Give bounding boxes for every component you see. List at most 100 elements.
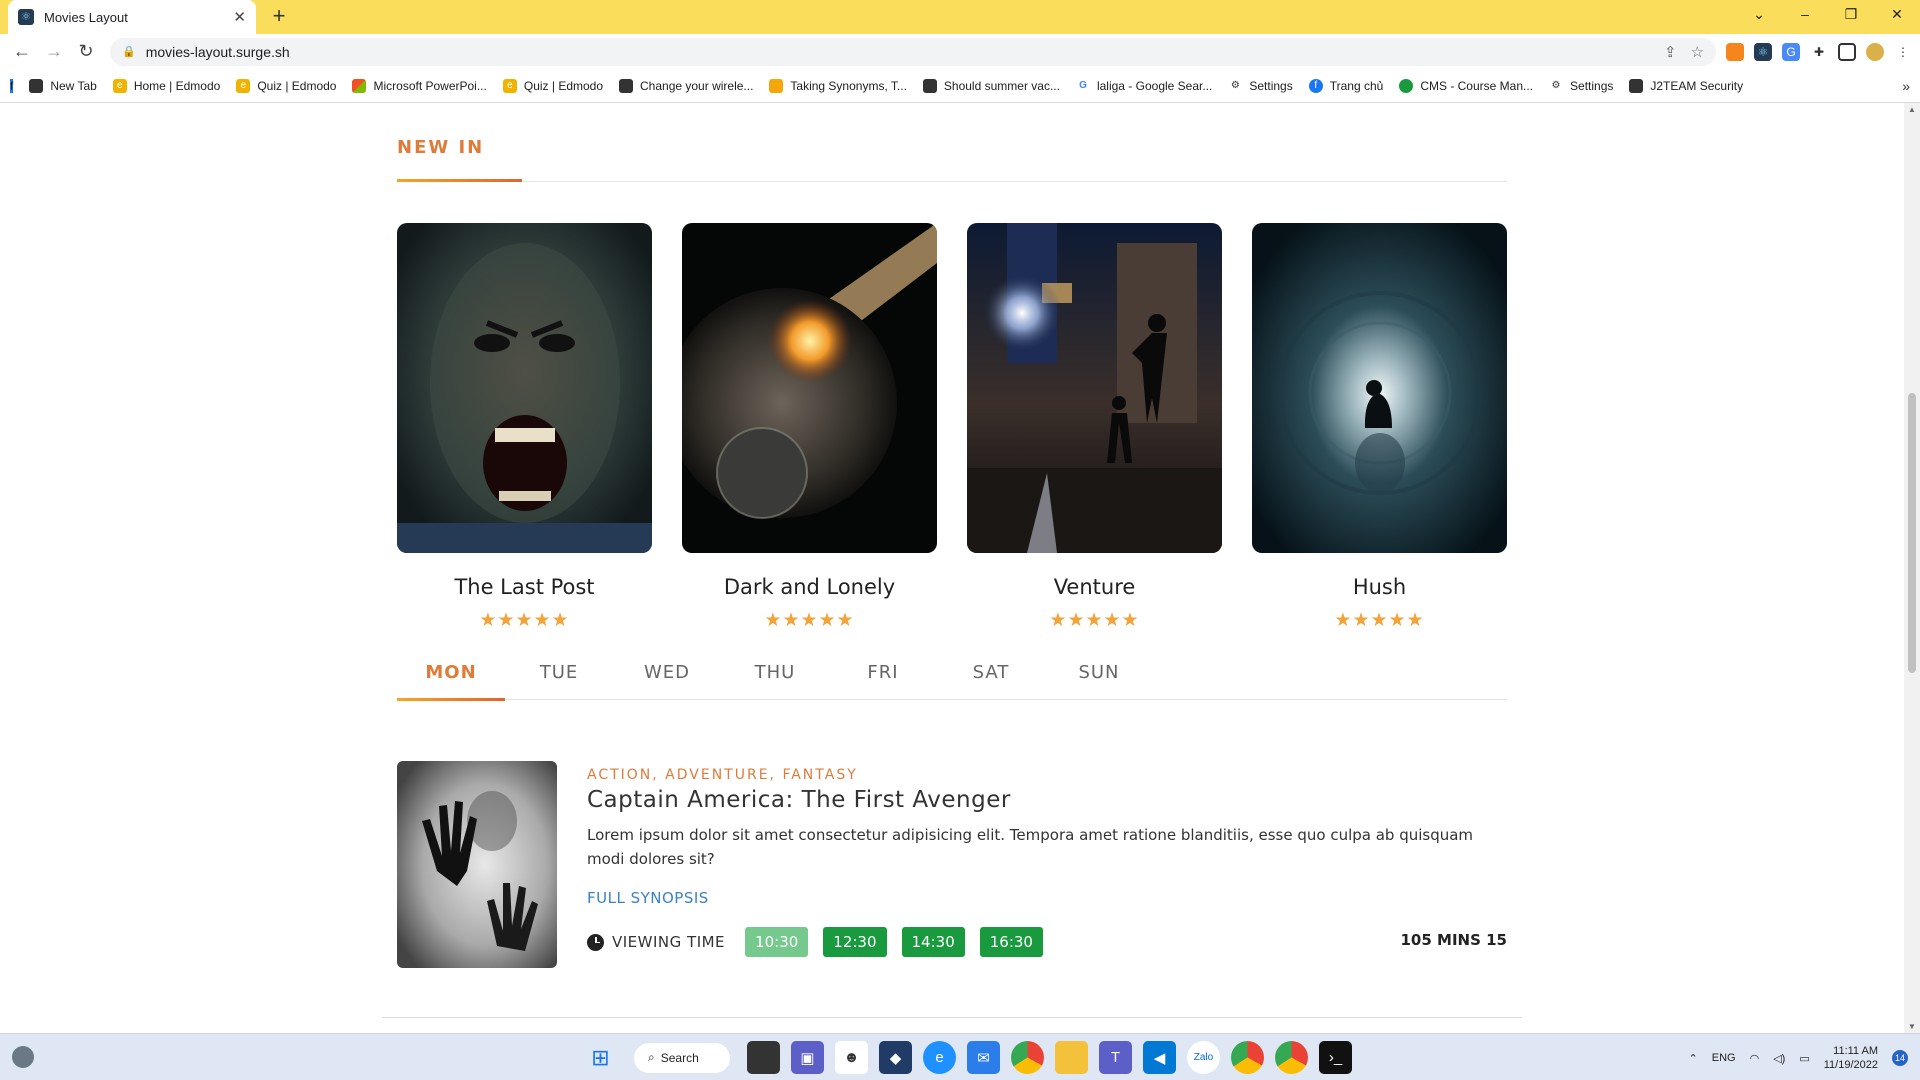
chrome-icon[interactable] <box>1011 1041 1044 1074</box>
close-tab-icon[interactable]: ✕ <box>233 8 246 26</box>
movie-title[interactable]: Hush <box>1252 575 1507 599</box>
react-devtools-icon[interactable]: ⚛ <box>1754 42 1772 61</box>
share-icon[interactable]: ⇪ <box>1664 43 1677 61</box>
tab-thu[interactable]: THU <box>721 656 829 699</box>
close-window-button[interactable]: ✕ <box>1874 0 1920 28</box>
game-icon[interactable]: ☻ <box>835 1041 868 1074</box>
bookmark-item[interactable]: Should summer vac... <box>922 78 1060 93</box>
gear-icon: ⚙ <box>1228 78 1243 93</box>
bookmark-item[interactable]: Change your wirele... <box>619 78 754 93</box>
tab-tue[interactable]: TUE <box>505 656 613 699</box>
puzzle-extensions-icon[interactable]: ✚ <box>1810 43 1828 61</box>
bookmark-item[interactable]: Glaliga - Google Sear... <box>1075 78 1213 93</box>
showtime-button[interactable]: 14:30 <box>901 927 965 957</box>
movie-card[interactable]: The Last Post ★★★★★ <box>397 223 652 632</box>
scroll-down-icon[interactable]: ▼ <box>1908 1022 1916 1031</box>
bookmark-item[interactable]: e Quiz | Edmodo <box>236 78 336 93</box>
bookmark-item[interactable]: CMS - Course Man... <box>1399 78 1533 93</box>
minimize-button[interactable]: – <box>1782 0 1828 28</box>
browser-tab[interactable]: ⚛ Movies Layout ✕ <box>8 0 256 34</box>
movie-card[interactable]: Venture ★★★★★ <box>967 223 1222 632</box>
restore-button[interactable]: ❐ <box>1828 0 1874 28</box>
back-icon[interactable]: ← <box>8 41 36 62</box>
page-viewport: NEW IN The Last Post ★★★★★ Dark and Lone… <box>0 103 1920 1033</box>
movie-title[interactable]: The Last Post <box>397 575 652 599</box>
full-synopsis-link[interactable]: FULL SYNOPSIS <box>587 889 709 907</box>
bookmark-item[interactable]: e Quiz | Edmodo <box>502 78 603 93</box>
tab-sat[interactable]: SAT <box>937 656 1045 699</box>
language-indicator[interactable]: ENG <box>1712 1052 1736 1064</box>
teams-icon[interactable]: T <box>1099 1041 1132 1074</box>
taskbar-clock[interactable]: 11:11 AM 11/19/2022 <box>1824 1044 1878 1072</box>
new-tab-button[interactable]: + <box>264 2 294 32</box>
listing-thumbnail[interactable] <box>397 761 557 968</box>
movie-title[interactable]: Dark and Lonely <box>682 575 937 599</box>
bookmark-star-icon[interactable]: ☆ <box>1691 43 1704 61</box>
tab-fri[interactable]: FRI <box>829 656 937 699</box>
windows-start-icon[interactable]: ⊞ <box>584 1041 617 1074</box>
zalo-icon[interactable]: Zalo <box>1187 1041 1220 1074</box>
profile-avatar[interactable] <box>1866 42 1884 61</box>
movie-card[interactable]: Hush ★★★★★ <box>1252 223 1507 632</box>
notification-badge[interactable]: 14 <box>1892 1050 1908 1066</box>
file-explorer-icon[interactable] <box>1055 1041 1088 1074</box>
reload-icon[interactable]: ↻ <box>72 41 100 62</box>
edmodo-icon: e <box>502 78 517 93</box>
globe-icon <box>922 78 937 93</box>
vscode-icon[interactable]: ◀ <box>1143 1041 1176 1074</box>
bookmark-label: laliga - Google Sear... <box>1096 78 1213 93</box>
bookmark-item[interactable]: f Trang chủ <box>1308 78 1383 93</box>
battery-icon[interactable]: ▭ <box>1799 1052 1809 1065</box>
movie-title[interactable]: Venture <box>967 575 1222 599</box>
widgets-icon[interactable] <box>12 1046 34 1068</box>
bookmark-item[interactable]: Taking Synonyms, T... <box>769 78 907 93</box>
showtime-button[interactable]: 16:30 <box>979 927 1043 957</box>
bookmark-item[interactable]: e Home | Edmodo <box>112 78 220 93</box>
showtime-button[interactable]: 10:30 <box>745 927 809 957</box>
movie-poster[interactable] <box>682 223 937 553</box>
taskbar-search[interactable]: ⌕ Search <box>634 1042 730 1073</box>
section-title: NEW IN <box>397 137 485 158</box>
chrome-profile-icon[interactable] <box>1275 1041 1308 1074</box>
scroll-up-icon[interactable]: ▲ <box>1908 105 1916 114</box>
url-text[interactable]: movies-layout.surge.sh <box>146 44 1650 60</box>
task-view-icon[interactable] <box>747 1041 780 1074</box>
chrome-active-icon[interactable] <box>1231 1041 1264 1074</box>
movie-title[interactable]: Captain America: The First Avenger <box>587 787 1011 813</box>
bookmark-label: Change your wirele... <box>640 78 754 93</box>
chat-icon[interactable]: ▣ <box>791 1041 824 1074</box>
more-bookmarks-icon[interactable]: » <box>1902 78 1910 94</box>
movie-poster[interactable] <box>1252 223 1507 553</box>
tab-wed[interactable]: WED <box>613 656 721 699</box>
bookmark-item[interactable]: ⚙ Settings <box>1228 78 1293 93</box>
bookmark-item[interactable]: Microsoft PowerPoi... <box>352 78 487 93</box>
showtime-button[interactable]: 12:30 <box>823 927 887 957</box>
translate-extension-icon[interactable]: G <box>1782 42 1800 61</box>
wifi-icon[interactable]: ◠ <box>1750 1052 1760 1065</box>
lock-icon[interactable]: 🔒 <box>122 45 136 58</box>
facebook-bookmark-icon[interactable]: f <box>10 78 14 93</box>
terminal-icon[interactable]: ›_ <box>1319 1041 1352 1074</box>
metamask-extension-icon[interactable] <box>1726 42 1744 61</box>
menu-kebab-icon[interactable]: ⋮ <box>1894 43 1912 61</box>
system-tray: ⌃ ENG ◠ ◁) ▭ 11:11 AM 11/19/2022 14 <box>1689 1044 1908 1072</box>
app-icon[interactable]: ◆ <box>879 1041 912 1074</box>
tab-search-icon[interactable]: ⌄ <box>1736 0 1782 28</box>
edge-icon[interactable]: e <box>923 1041 956 1074</box>
bookmark-item[interactable]: J2TEAM Security <box>1629 78 1743 93</box>
scrollbar-thumb[interactable] <box>1908 393 1916 673</box>
forward-icon[interactable]: → <box>40 41 68 62</box>
tab-mon[interactable]: MON <box>397 656 505 701</box>
volume-icon[interactable]: ◁) <box>1773 1052 1785 1065</box>
mail-icon[interactable]: ✉ <box>967 1041 1000 1074</box>
bookmark-item[interactable]: New Tab <box>29 78 97 93</box>
side-panel-icon[interactable] <box>1838 42 1856 61</box>
bookmark-item[interactable]: ⚙ Settings <box>1549 78 1613 93</box>
movie-card[interactable]: Dark and Lonely ★★★★★ <box>682 223 937 632</box>
movie-poster[interactable] <box>397 223 652 553</box>
movie-poster[interactable] <box>967 223 1222 553</box>
address-bar[interactable]: 🔒 movies-layout.surge.sh ⇪ ☆ <box>110 37 1716 66</box>
tab-sun[interactable]: SUN <box>1045 656 1153 699</box>
chevron-up-icon[interactable]: ⌃ <box>1689 1052 1698 1065</box>
page-scrollbar[interactable]: ▲ ▼ <box>1904 103 1920 1033</box>
